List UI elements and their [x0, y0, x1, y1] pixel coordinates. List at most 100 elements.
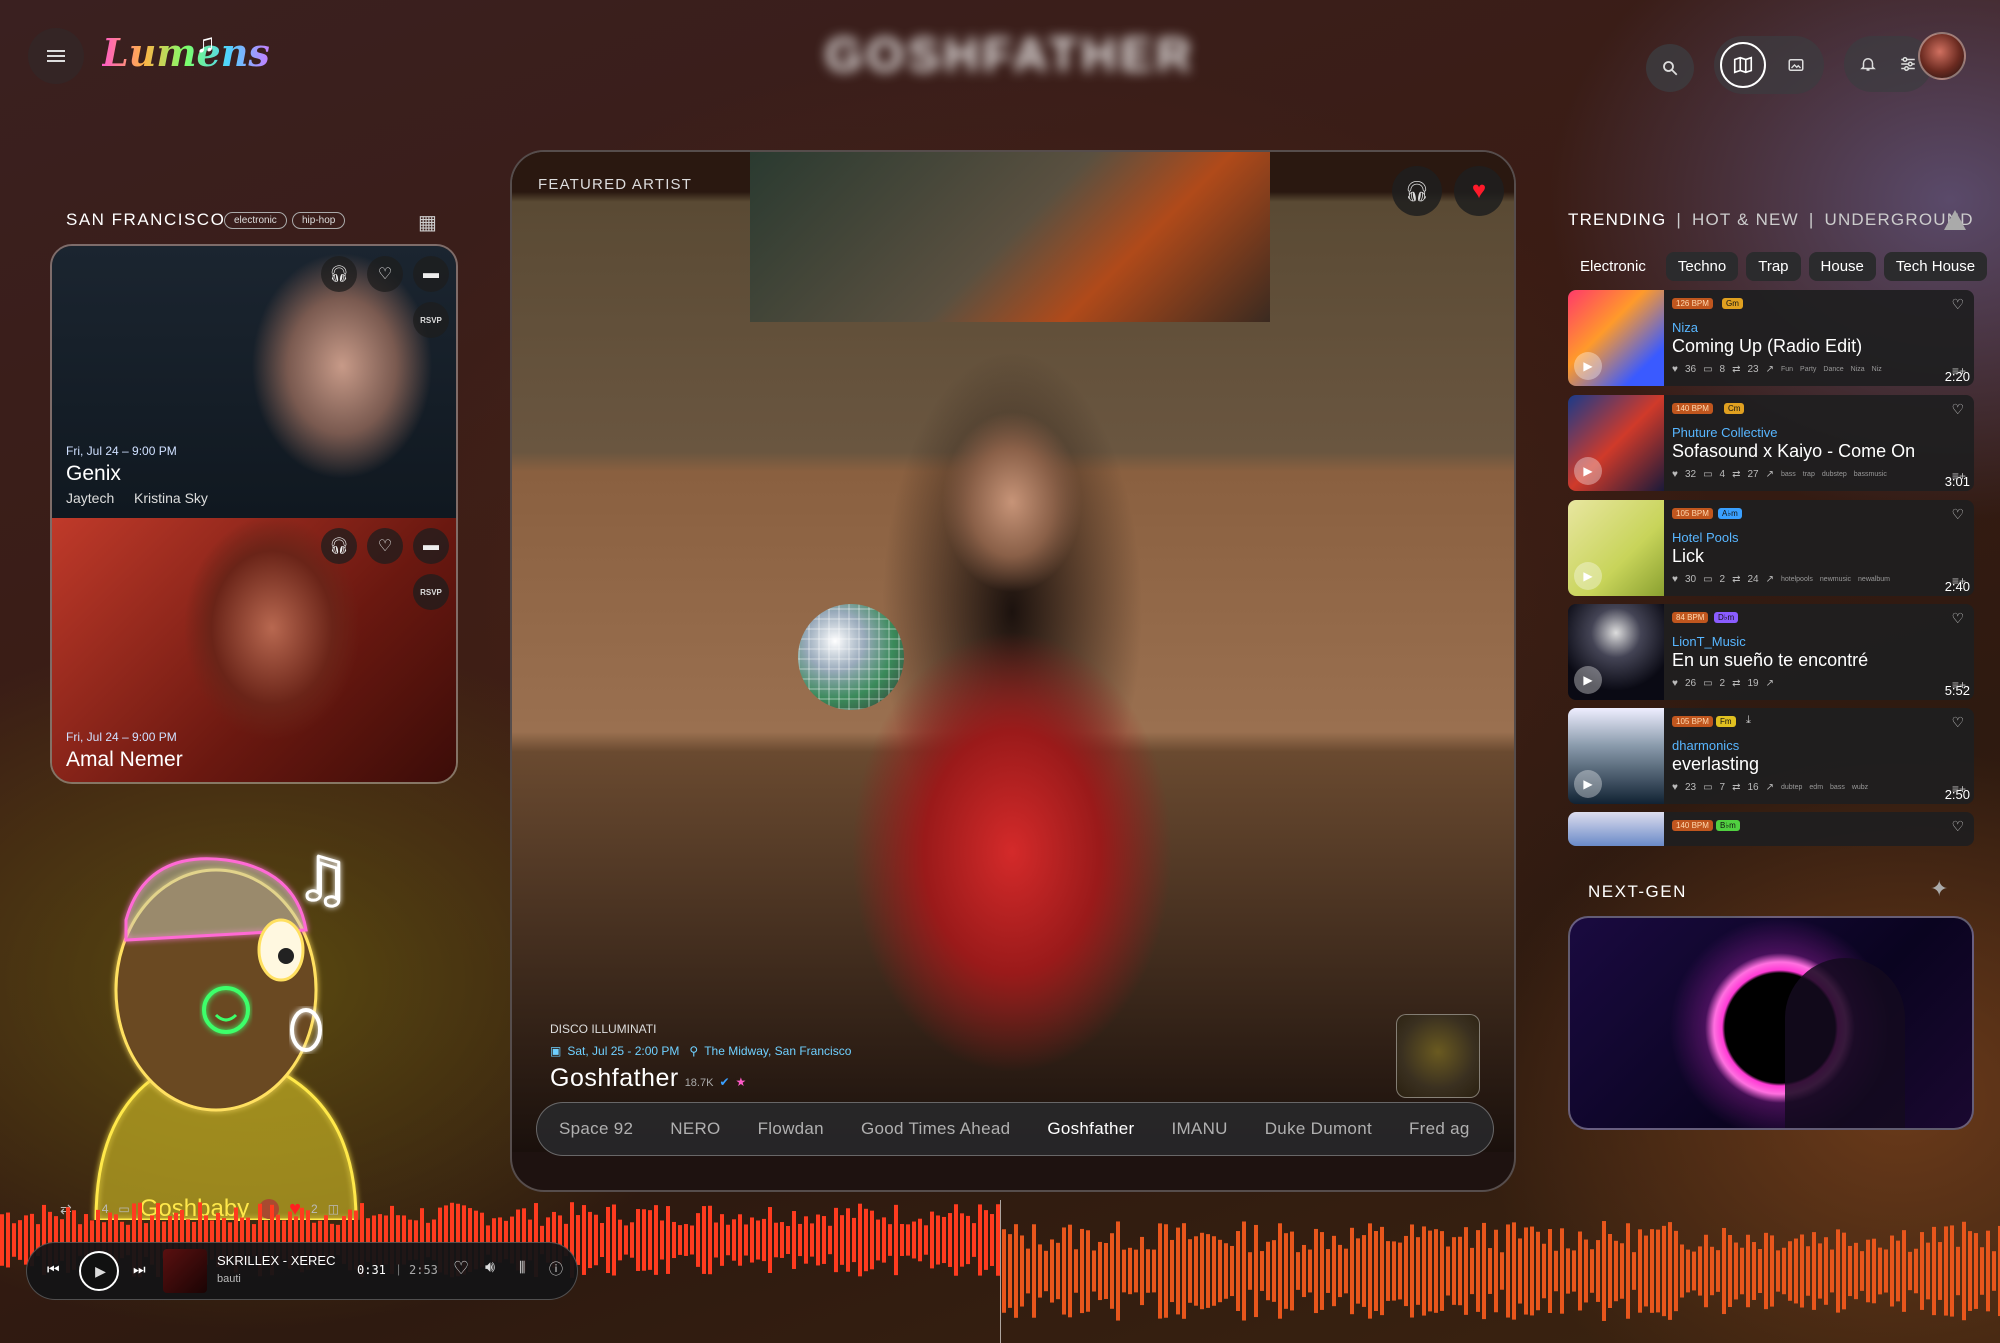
- triangle-logo-icon[interactable]: [1944, 210, 1966, 230]
- featured-venue[interactable]: The Midway, San Francisco: [704, 1044, 851, 1058]
- track-card[interactable]: ▶ 3:01 140 BPM Cm ♡ Phuture Collective Sofasou…: [1568, 395, 1974, 491]
- like-button[interactable]: ♡: [367, 256, 403, 292]
- tab-trending[interactable]: TRENDING: [1568, 210, 1666, 230]
- genre-house[interactable]: House: [1808, 252, 1876, 281]
- track-like-button[interactable]: ♡: [1951, 818, 1964, 835]
- next-gen-video[interactable]: [1568, 916, 1974, 1130]
- app-logo[interactable]: Lumens: [102, 30, 270, 75]
- track-title[interactable]: Sofasound x Kaiyo - Come On: [1672, 441, 1915, 462]
- listen-button[interactable]: 🎧︎: [321, 528, 357, 564]
- genre-tech-house[interactable]: Tech House: [1883, 252, 1988, 281]
- tab-duke-dumont[interactable]: Duke Dumont: [1265, 1119, 1372, 1139]
- track-tag[interactable]: trap: [1803, 471, 1815, 478]
- track-title[interactable]: En un sueño te encontré: [1672, 650, 1868, 671]
- track-tag[interactable]: wubz: [1852, 784, 1868, 791]
- genre-electronic[interactable]: Electronic: [1568, 252, 1658, 281]
- track-card[interactable]: ▶ 2:20 126 BPM Gm ♡ Niza Coming Up (Radio Edit…: [1568, 290, 1974, 386]
- track-like-button[interactable]: ♡: [1951, 296, 1964, 313]
- external-link-icon[interactable]: ↗: [1766, 574, 1774, 585]
- play-button[interactable]: ▶: [79, 1251, 119, 1291]
- player-artist[interactable]: bauti: [217, 1273, 241, 1285]
- download-icon[interactable]: ⤓: [1746, 714, 1751, 727]
- tab-flowdan[interactable]: Flowdan: [758, 1119, 824, 1139]
- track-play-button[interactable]: ▶: [1574, 562, 1602, 590]
- user-avatar[interactable]: [1918, 32, 1966, 80]
- tab-goshfather[interactable]: Goshfather: [1047, 1119, 1134, 1139]
- featured-like-button[interactable]: ♥: [1454, 166, 1504, 216]
- waveform-icon[interactable]: ⫼: [519, 1259, 525, 1276]
- info-icon[interactable]: ⓘ: [549, 1259, 563, 1279]
- track-tag[interactable]: Niz: [1872, 366, 1882, 373]
- track-play-button[interactable]: ▶: [1574, 666, 1602, 694]
- track-title[interactable]: Lick: [1672, 546, 1704, 567]
- track-card[interactable]: 140 BPM B♭m ♡: [1568, 812, 1974, 846]
- add-to-queue-button[interactable]: ≡+: [1952, 469, 1966, 483]
- next-button[interactable]: ⏭: [133, 1261, 146, 1278]
- track-artist[interactable]: Phuture Collective: [1672, 425, 1778, 440]
- track-artist[interactable]: LionT_Music: [1672, 634, 1746, 649]
- add-to-queue-button[interactable]: ≡+: [1952, 678, 1966, 692]
- external-link-icon[interactable]: ↗: [1766, 469, 1774, 480]
- tag-hip-hop[interactable]: hip-hop: [292, 212, 346, 229]
- player-artwork[interactable]: [163, 1249, 207, 1293]
- tab-imanu[interactable]: IMANU: [1171, 1119, 1227, 1139]
- search-button[interactable]: [1646, 44, 1694, 92]
- like-button[interactable]: ♡: [367, 528, 403, 564]
- track-tag[interactable]: hotelpools: [1781, 576, 1813, 583]
- track-card[interactable]: ▶ 5:52 84 BPM D♭m ♡ LionT_Music En un sueño te…: [1568, 604, 1974, 700]
- track-like-button[interactable]: ♡: [1951, 714, 1964, 731]
- track-artwork[interactable]: [1568, 812, 1664, 846]
- track-title[interactable]: Coming Up (Radio Edit): [1672, 336, 1862, 357]
- track-artist[interactable]: dharmonics: [1672, 738, 1739, 753]
- genre-techno[interactable]: Techno: [1665, 252, 1739, 281]
- track-tag[interactable]: Fun: [1781, 366, 1793, 373]
- track-like-button[interactable]: ♡: [1951, 401, 1964, 418]
- tab-hot-new[interactable]: HOT & NEW: [1692, 210, 1799, 230]
- track-card[interactable]: ▶ 2:40 105 BPM A♭m ♡ Hotel Pools Lick ♥ 30 ▭ 2 ⇄…: [1568, 500, 1974, 596]
- event-card[interactable]: 🎧︎ ♡ ▬ RSVP Fri, Jul 24 – 9:00 PM Amal N…: [52, 518, 456, 782]
- track-tag[interactable]: newmusic: [1820, 576, 1851, 583]
- event-card[interactable]: 🎧︎ ♡ ▬ RSVP Fri, Jul 24 – 9:00 PM Genix …: [52, 246, 456, 518]
- listen-button[interactable]: 🎧︎: [321, 256, 357, 292]
- track-card[interactable]: ▶ 2:50 105 BPM Fm ⤓ ♡ dharmonics everlasting ♥ 2…: [1568, 708, 1974, 804]
- featured-listen-button[interactable]: 🎧︎: [1392, 166, 1442, 216]
- track-tag[interactable]: dubstep: [1822, 471, 1847, 478]
- rsvp-button[interactable]: RSVP: [413, 574, 449, 610]
- tab-good-times-ahead[interactable]: Good Times Ahead: [861, 1119, 1010, 1139]
- avatar-character[interactable]: ♫: [56, 830, 386, 1222]
- tag-electronic[interactable]: electronic: [224, 212, 287, 229]
- tab-nero[interactable]: NERO: [670, 1119, 720, 1139]
- track-tag[interactable]: bass: [1830, 784, 1845, 791]
- track-title[interactable]: everlasting: [1672, 754, 1759, 775]
- player-track-title[interactable]: SKRILLEX - XERECA: [217, 1253, 335, 1268]
- track-artist[interactable]: Hotel Pools: [1672, 530, 1738, 545]
- tickets-button[interactable]: ▬: [413, 256, 449, 292]
- track-play-button[interactable]: ▶: [1574, 770, 1602, 798]
- track-tag[interactable]: Dance: [1823, 366, 1843, 373]
- menu-button[interactable]: [28, 28, 84, 84]
- track-play-button[interactable]: ▶: [1574, 457, 1602, 485]
- map-view-button[interactable]: [1720, 42, 1766, 88]
- track-like-button[interactable]: ♡: [1951, 610, 1964, 627]
- player-like-button[interactable]: ♡: [453, 1258, 469, 1279]
- gallery-view-button[interactable]: [1774, 43, 1818, 87]
- track-tag[interactable]: newalbum: [1858, 576, 1890, 583]
- track-like-button[interactable]: ♡: [1951, 506, 1964, 523]
- rsvp-button[interactable]: RSVP: [413, 302, 449, 338]
- tickets-button[interactable]: ▬: [413, 528, 449, 564]
- add-to-queue-button[interactable]: ≡+: [1952, 574, 1966, 588]
- track-tag[interactable]: Niza: [1851, 366, 1865, 373]
- tab-space-92[interactable]: Space 92: [559, 1119, 633, 1139]
- add-to-queue-button[interactable]: ≡+: [1952, 364, 1966, 378]
- tab-fred-again[interactable]: Fred ag: [1409, 1119, 1470, 1139]
- external-link-icon[interactable]: ↗: [1766, 364, 1774, 375]
- external-link-icon[interactable]: ↗: [1766, 678, 1774, 689]
- track-tag[interactable]: Party: [1800, 366, 1816, 373]
- previous-button[interactable]: ⏮: [47, 1261, 60, 1278]
- waveform-future[interactable]: [1002, 1218, 2000, 1324]
- track-artist[interactable]: Niza: [1672, 320, 1698, 335]
- featured-artist-name[interactable]: Goshfather: [550, 1064, 679, 1093]
- track-tag[interactable]: dubtep: [1781, 784, 1802, 791]
- track-tag[interactable]: edm: [1809, 784, 1823, 791]
- track-tag[interactable]: bassmusic: [1854, 471, 1887, 478]
